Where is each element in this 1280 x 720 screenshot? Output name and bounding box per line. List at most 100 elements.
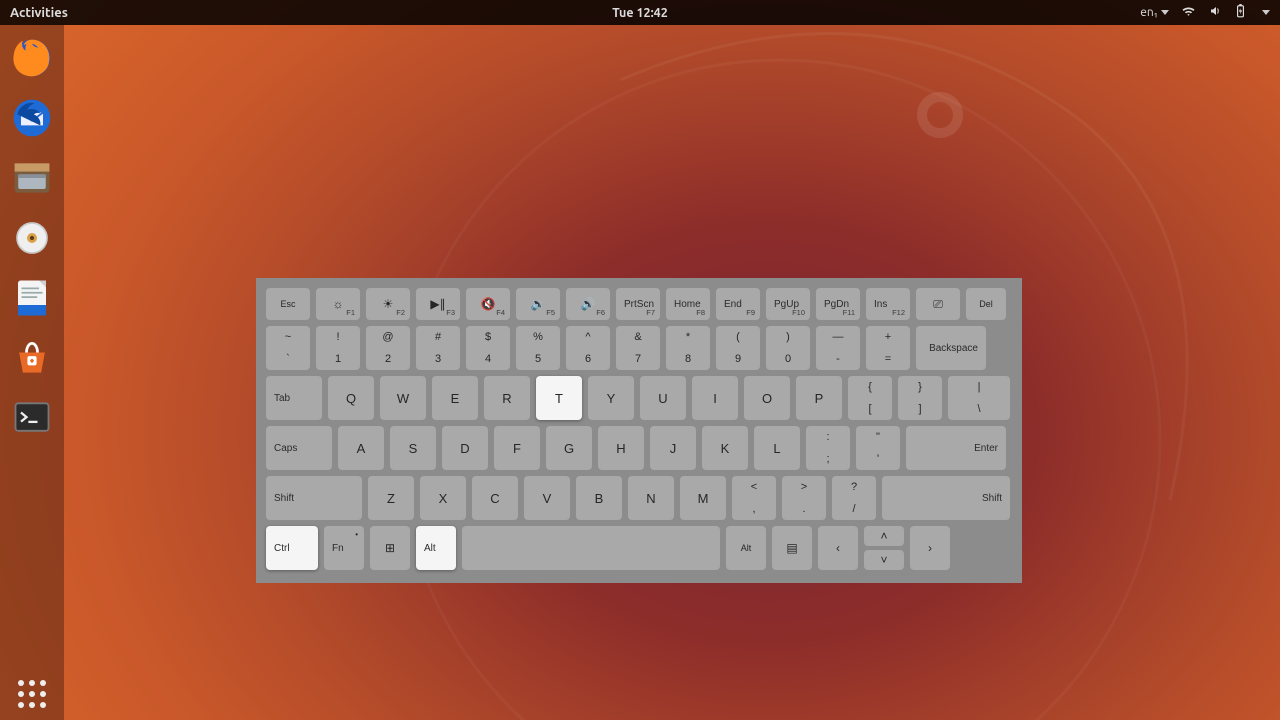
key-b[interactable]: B [576, 476, 622, 520]
key-ins[interactable]: InsF12 [866, 288, 910, 320]
key-alt[interactable]: Alt [726, 526, 766, 570]
key-x[interactable]: X [420, 476, 466, 520]
key--[interactable]: ⎚ [916, 288, 960, 320]
key-j[interactable]: J [650, 426, 696, 470]
key-z[interactable]: Z [368, 476, 414, 520]
key--[interactable]: &7 [616, 326, 660, 370]
key-shift[interactable]: Shift [266, 476, 362, 520]
kbd-row-fn: Esc☼F1☀F2▶∥F3🔇F4🔉F5🔊F6PrtScnF7HomeF8EndF… [266, 288, 1012, 320]
onscreen-keyboard: Esc☼F1☀F2▶∥F3🔇F4🔉F5🔊F6PrtScnF7HomeF8EndF… [256, 278, 1022, 583]
dock-rhythmbox[interactable] [9, 215, 55, 261]
clock[interactable]: Tue 12:42 [612, 6, 668, 20]
key--[interactable]: 🔊F6 [566, 288, 610, 320]
key--[interactable]: #3 [416, 326, 460, 370]
key--[interactable]: ‹ [818, 526, 858, 570]
key--[interactable]: += [866, 326, 910, 370]
key--[interactable]: (9 [716, 326, 760, 370]
key--[interactable]: %5 [516, 326, 560, 370]
key--[interactable]: @2 [366, 326, 410, 370]
key-arrow-updown: ˄˅ [864, 526, 904, 570]
key--[interactable]: >. [782, 476, 826, 520]
dock-thunderbird[interactable] [9, 95, 55, 141]
key--[interactable]: ⊞ [370, 526, 410, 570]
key-n[interactable]: N [628, 476, 674, 520]
key--[interactable]: —- [816, 326, 860, 370]
key-k[interactable]: K [702, 426, 748, 470]
dock [0, 25, 64, 720]
key--[interactable]: ~` [266, 326, 310, 370]
key-pgdn[interactable]: PgDnF11 [816, 288, 860, 320]
key-p[interactable]: P [796, 376, 842, 420]
key-ctrl[interactable]: Ctrl [266, 526, 318, 570]
key-s[interactable]: S [390, 426, 436, 470]
key--[interactable]: ˄ [864, 526, 904, 546]
key--[interactable]: )0 [766, 326, 810, 370]
key-m[interactable]: M [680, 476, 726, 520]
key--[interactable]: ▶∥F3 [416, 288, 460, 320]
key-h[interactable]: H [598, 426, 644, 470]
key-t[interactable]: T [536, 376, 582, 420]
system-status-area[interactable]: en₁ [1140, 4, 1270, 21]
key-del[interactable]: Del [966, 288, 1006, 320]
key-backspace[interactable]: Backspace [916, 326, 986, 370]
key-g[interactable]: G [546, 426, 592, 470]
key-q[interactable]: Q [328, 376, 374, 420]
key-u[interactable]: U [640, 376, 686, 420]
key--[interactable]: ?/ [832, 476, 876, 520]
key--[interactable]: ☀F2 [366, 288, 410, 320]
key-y[interactable]: Y [588, 376, 634, 420]
kbd-row-a: CapsASDFGHJKL:;"'Enter [266, 426, 1012, 470]
kbd-row-bottom: CtrlFn•⊞AltAlt▤‹˄˅› [266, 526, 1012, 570]
wifi-icon [1181, 5, 1196, 20]
key-end[interactable]: EndF9 [716, 288, 760, 320]
key-e[interactable]: E [432, 376, 478, 420]
key-c[interactable]: C [472, 476, 518, 520]
key-i[interactable]: I [692, 376, 738, 420]
key--[interactable]: ^6 [566, 326, 610, 370]
key--[interactable]: {[ [848, 376, 892, 420]
key--[interactable]: }] [898, 376, 942, 420]
key--[interactable]: › [910, 526, 950, 570]
key--[interactable]: !1 [316, 326, 360, 370]
key--[interactable]: *8 [666, 326, 710, 370]
key-enter[interactable]: Enter [906, 426, 1006, 470]
key-shift[interactable]: Shift [882, 476, 1010, 520]
key--[interactable]: <, [732, 476, 776, 520]
key-home[interactable]: HomeF8 [666, 288, 710, 320]
key-esc[interactable]: Esc [266, 288, 310, 320]
key--[interactable]: $4 [466, 326, 510, 370]
key--[interactable]: 🔇F4 [466, 288, 510, 320]
input-source-indicator[interactable]: en₁ [1140, 6, 1169, 19]
key--[interactable]: :; [806, 426, 850, 470]
key-l[interactable]: L [754, 426, 800, 470]
key-caps[interactable]: Caps [266, 426, 332, 470]
key-alt[interactable]: Alt [416, 526, 456, 570]
key-f[interactable]: F [494, 426, 540, 470]
key-tab[interactable]: Tab [266, 376, 322, 420]
activities-button[interactable]: Activities [10, 6, 68, 20]
show-applications-button[interactable] [0, 680, 64, 708]
key-r[interactable]: R [484, 376, 530, 420]
dock-software[interactable] [9, 335, 55, 381]
kbd-row-num: ~`!1@2#3$4%5^6&7*8(9)0—-+=Backspace [266, 326, 1012, 370]
kbd-row-q: TabQWERTYUIOP{[}]|\ [266, 376, 1012, 420]
key--[interactable]: 🔉F5 [516, 288, 560, 320]
key-space[interactable] [462, 526, 720, 570]
key-a[interactable]: A [338, 426, 384, 470]
key-v[interactable]: V [524, 476, 570, 520]
key--[interactable]: |\ [948, 376, 1010, 420]
key--[interactable]: "' [856, 426, 900, 470]
key-fn[interactable]: Fn• [324, 526, 364, 570]
key--[interactable]: ˅ [864, 550, 904, 570]
key-w[interactable]: W [380, 376, 426, 420]
dock-firefox[interactable] [9, 35, 55, 81]
key-prtscn[interactable]: PrtScnF7 [616, 288, 660, 320]
dock-writer[interactable] [9, 275, 55, 321]
dock-terminal[interactable] [9, 395, 55, 441]
key--[interactable]: ▤ [772, 526, 812, 570]
key-d[interactable]: D [442, 426, 488, 470]
key-o[interactable]: O [744, 376, 790, 420]
key-pgup[interactable]: PgUpF10 [766, 288, 810, 320]
dock-files[interactable] [9, 155, 55, 201]
key--[interactable]: ☼F1 [316, 288, 360, 320]
